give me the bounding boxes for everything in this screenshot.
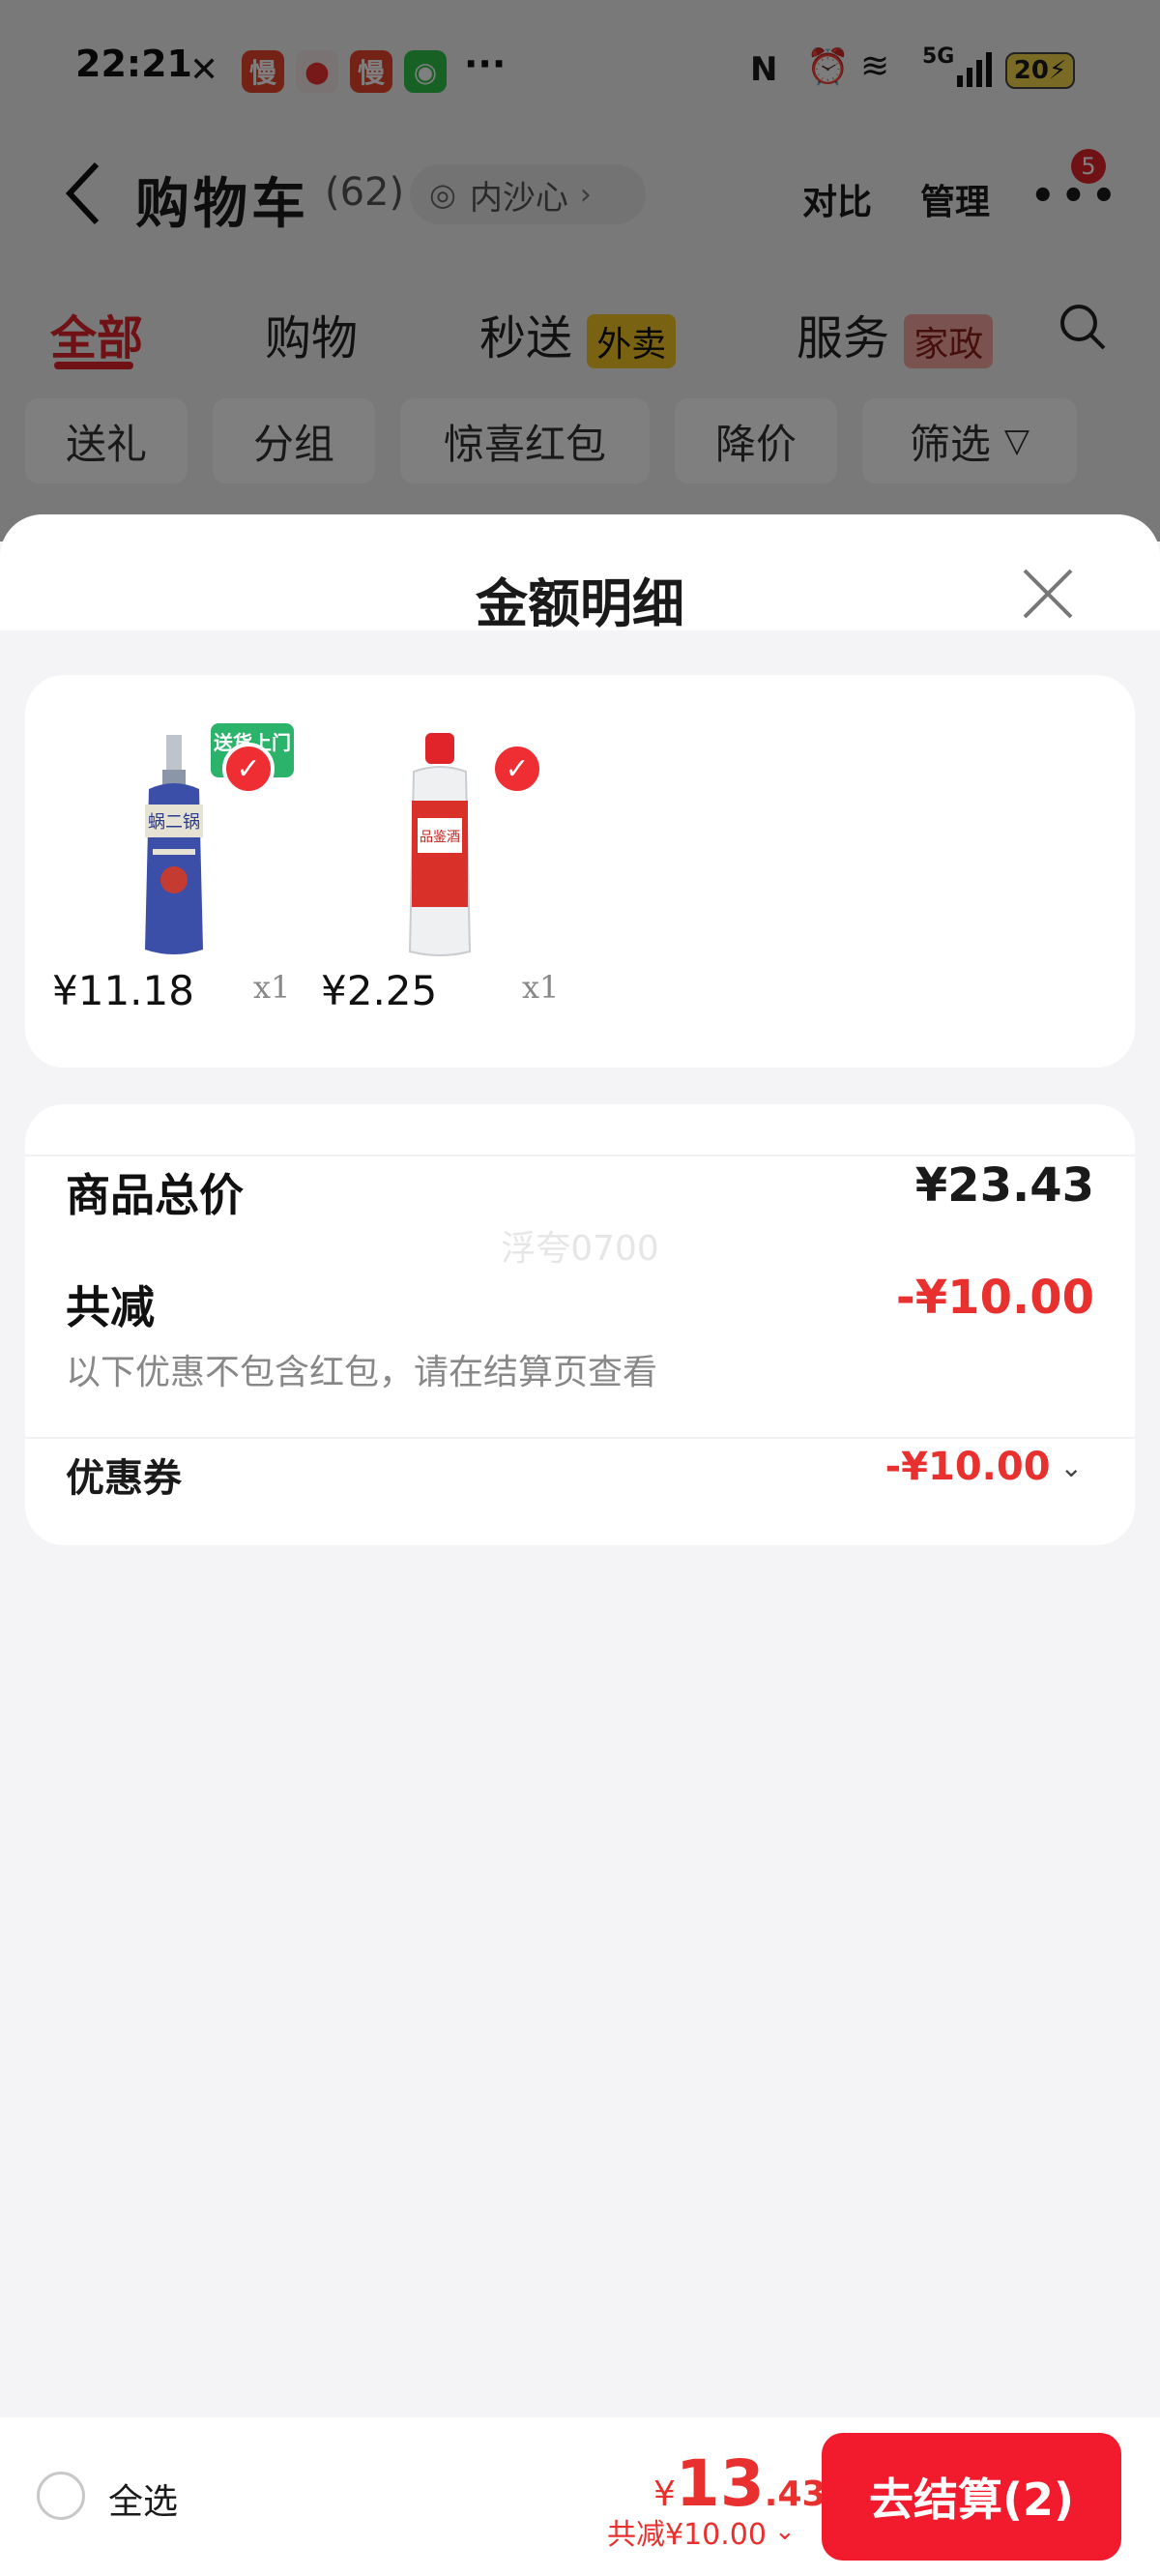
divider [25, 1155, 1135, 1156]
chevron-down-icon: ⌄ [1059, 1450, 1083, 1483]
close-button[interactable] [1021, 567, 1075, 621]
select-all-checkbox[interactable] [37, 2472, 85, 2520]
checkout-button[interactable]: 去结算(2) [822, 2433, 1121, 2561]
discount-value: -¥10.00 [895, 1271, 1094, 1325]
modal-overlay[interactable] [0, 0, 1160, 542]
price-decimal: .43 [764, 2474, 826, 2514]
item-quantity: x1 [522, 969, 560, 1006]
item-price: ¥11.18 [52, 967, 194, 1014]
saving-summary[interactable]: 共减¥10.00 ⌄ [607, 2510, 796, 2553]
item-checkbox[interactable]: ✓ [222, 743, 275, 795]
coupon-value: -¥10.00 [884, 1445, 1051, 1489]
item-price: ¥2.25 [321, 967, 438, 1014]
coupon-row[interactable]: -¥10.00 ⌄ [885, 1445, 1083, 1489]
discount-label: 共减 [66, 1281, 155, 1333]
total-label: 商品总价 [66, 1169, 244, 1221]
product-image[interactable]: 蜗二锅 [126, 735, 222, 959]
total-value: ¥23.43 [914, 1158, 1094, 1213]
product-image[interactable]: 品鉴酒 [396, 733, 483, 959]
item-checkbox[interactable]: ✓ [491, 743, 543, 795]
item-quantity: x1 [253, 969, 291, 1006]
discount-note: 以下优惠不包含红包，请在结算页查看 [66, 1353, 658, 1392]
close-icon [1023, 569, 1073, 619]
sheet-title: 金额明细 [476, 573, 684, 634]
bottle-label: 品鉴酒 [420, 830, 460, 845]
saving-text: 共减¥10.00 [607, 2518, 767, 2552]
check-icon: ✓ [236, 751, 261, 786]
check-icon: ✓ [505, 751, 530, 786]
divider [25, 1437, 1135, 1439]
currency-symbol: ¥ [653, 2474, 676, 2514]
bottle-label: 蜗二锅 [148, 812, 200, 833]
coupon-label: 优惠券 [66, 1456, 182, 1501]
select-all-label[interactable]: 全选 [108, 2474, 178, 2524]
chevron-down-icon: ⌄ [773, 2517, 796, 2546]
watermark: 浮夸0700 [501, 1229, 659, 1269]
